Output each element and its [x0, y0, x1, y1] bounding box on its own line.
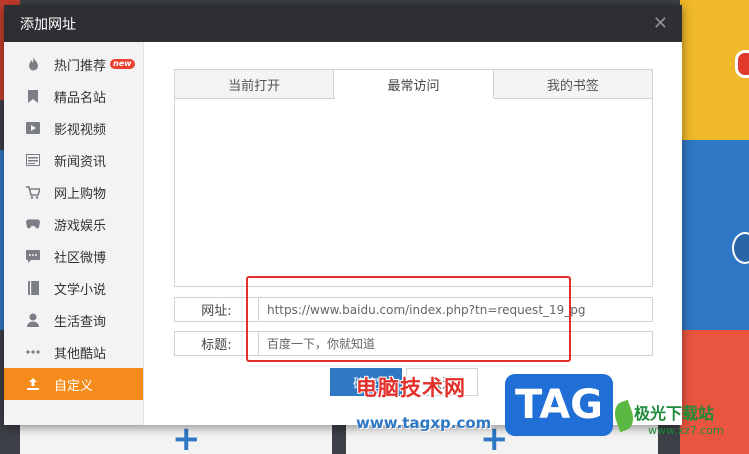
sidebar-item-featured[interactable]: 精品名站 [4, 80, 143, 112]
bookmark-icon [26, 89, 40, 103]
chat-icon [26, 249, 40, 263]
url-row: 网址: [174, 297, 653, 322]
sidebar-item-games[interactable]: 游戏娱乐 [4, 208, 143, 240]
category-sidebar: 热门推荐 new 精品名站 影视视频 新闻资讯 网上购物 游戏娱乐 社区微博 文… [4, 42, 144, 425]
new-badge: new [110, 59, 135, 69]
sidebar-item-hot[interactable]: 热门推荐 new [4, 48, 143, 80]
flame-icon [26, 57, 40, 71]
sidebar-item-label: 社区微博 [54, 250, 107, 266]
sidebar-item-label: 自定义 [54, 378, 94, 394]
add-url-dialog: 添加网址 ✕ 热门推荐 new 精品名站 影视视频 新闻资讯 网上购物 游戏娱乐… [4, 5, 682, 425]
sidebar-item-label: 精品名站 [54, 90, 107, 106]
book-icon [26, 281, 40, 295]
sidebar-item-label: 新闻资讯 [54, 154, 107, 170]
url-input[interactable] [259, 297, 653, 322]
title-label: 标题: [174, 331, 259, 356]
tab-my-bookmarks[interactable]: 我的书签 [493, 69, 653, 99]
sidebar-item-video[interactable]: 影视视频 [4, 112, 143, 144]
watermark-url: www.tagxp.com [356, 414, 492, 432]
sidebar-item-literature[interactable]: 文学小说 [4, 272, 143, 304]
sidebar-item-shopping[interactable]: 网上购物 [4, 176, 143, 208]
sidebar-item-life[interactable]: 生活查询 [4, 304, 143, 336]
sidebar-item-label: 热门推荐 [54, 58, 107, 74]
gamepad-icon [26, 217, 40, 231]
tab-content-panel [174, 98, 653, 287]
close-icon[interactable]: ✕ [653, 13, 668, 34]
tag-logo: TAG [505, 374, 613, 436]
dialog-header: 添加网址 ✕ [4, 5, 682, 42]
sidebar-item-community[interactable]: 社区微博 [4, 240, 143, 272]
sidebar-item-label: 游戏娱乐 [54, 218, 107, 234]
sidebar-item-others[interactable]: 其他酷站 [4, 336, 143, 368]
title-row: 标题: [174, 331, 653, 356]
sidebar-item-label: 影视视频 [54, 122, 107, 138]
news-icon [26, 153, 40, 167]
add-icon[interactable]: + [172, 422, 201, 454]
sidebar-item-custom[interactable]: 自定义 [4, 368, 143, 400]
site-logo-text: 极光下载站 [634, 404, 715, 423]
dialog-title: 添加网址 [20, 16, 76, 33]
main-panel: 当前打开 最常访问 我的书签 网址: 标题: 确定 取消 [144, 42, 682, 425]
play-icon [26, 121, 40, 135]
cart-icon [26, 185, 40, 199]
tab-currently-open[interactable]: 当前打开 [174, 69, 335, 99]
sidebar-item-label: 其他酷站 [54, 346, 107, 362]
sidebar-item-label: 生活查询 [54, 314, 107, 330]
url-label: 网址: [174, 297, 259, 322]
tab-most-visited[interactable]: 最常访问 [334, 69, 494, 99]
sidebar-item-label: 网上购物 [54, 186, 107, 202]
background-decoration [735, 50, 749, 78]
more-icon [26, 345, 40, 359]
site-logo-url: www.xz7.com [648, 424, 724, 437]
tab-bar: 当前打开 最常访问 我的书签 [174, 69, 653, 99]
watermark-text: 电脑技术网 [356, 376, 466, 400]
user-icon [26, 313, 40, 327]
title-input[interactable] [259, 331, 653, 356]
sidebar-item-label: 文学小说 [54, 282, 107, 298]
custom-icon [26, 377, 40, 391]
dialog-body: 热门推荐 new 精品名站 影视视频 新闻资讯 网上购物 游戏娱乐 社区微博 文… [4, 42, 682, 425]
sidebar-item-news[interactable]: 新闻资讯 [4, 144, 143, 176]
